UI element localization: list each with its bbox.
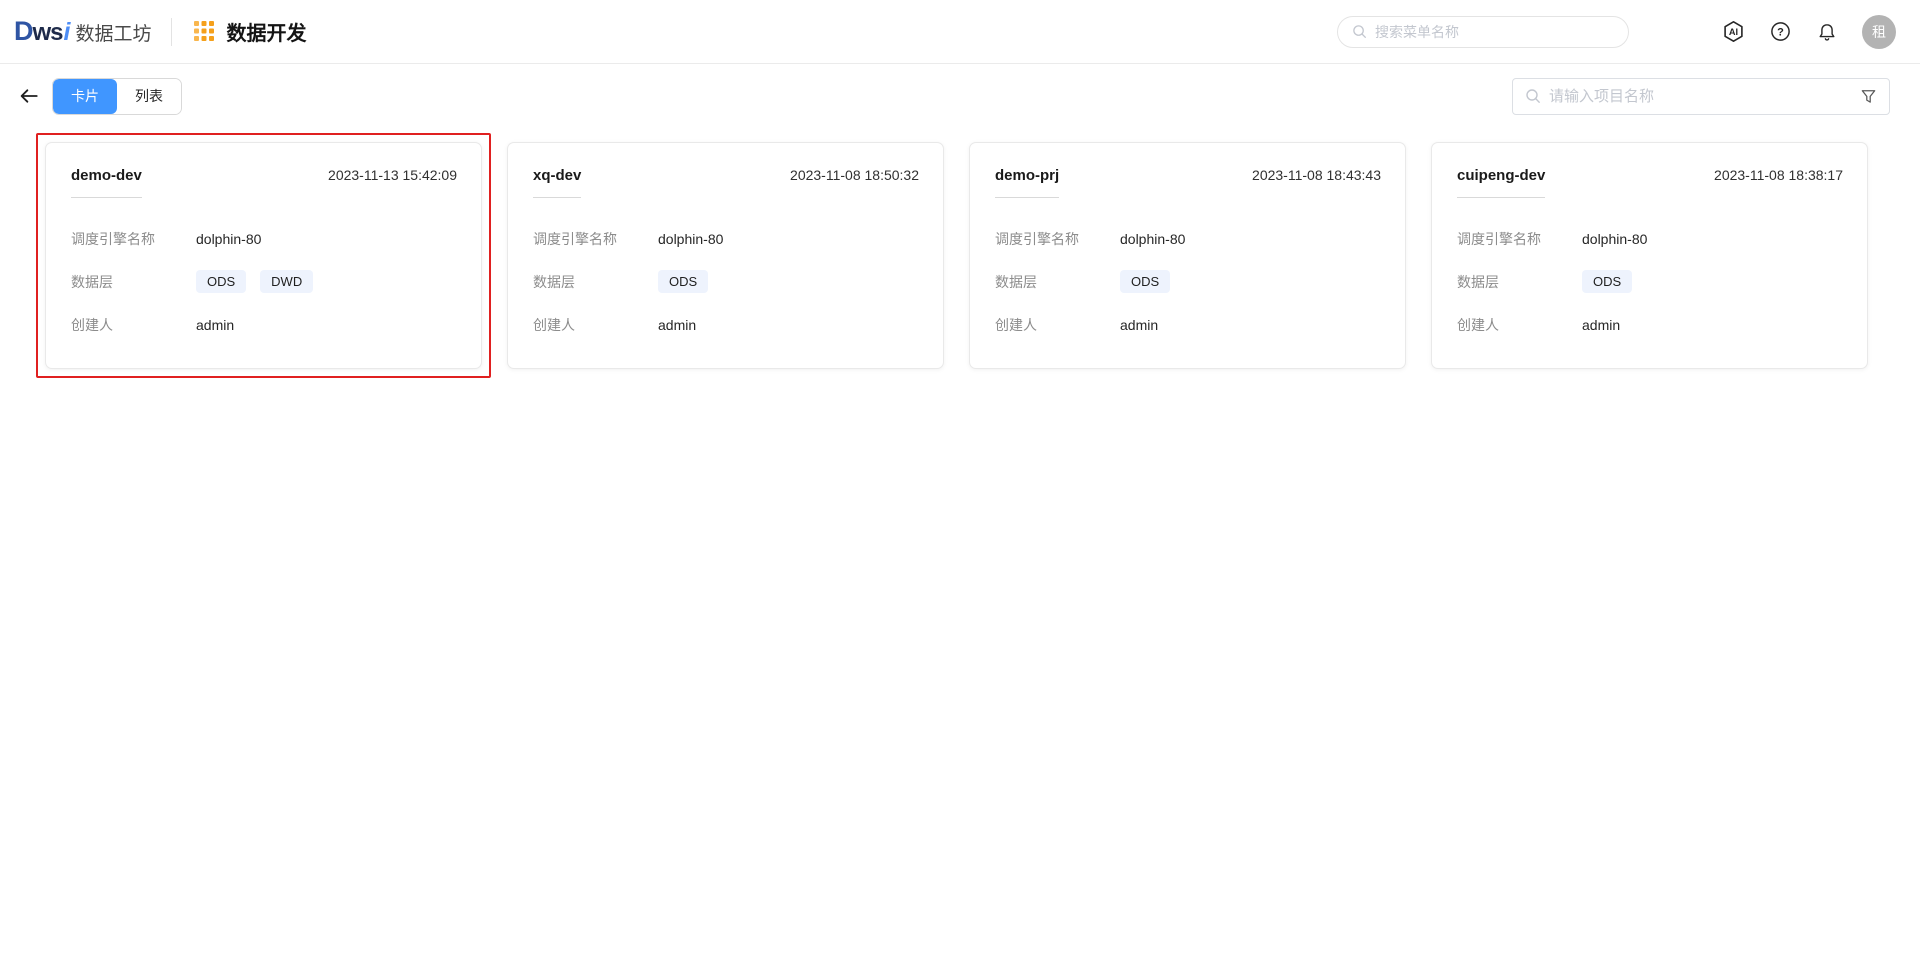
- topbar-divider: [171, 18, 172, 46]
- creator-label: 创建人: [533, 315, 658, 335]
- layer-label: 数据层: [71, 272, 196, 292]
- engine-label: 调度引擎名称: [1457, 229, 1582, 249]
- project-card[interactable]: xq-dev 2023-11-08 18:50:32 调度引擎名称 dolphi…: [507, 142, 944, 369]
- brand-logo-letters: ws: [33, 19, 63, 47]
- project-title: demo-prj: [995, 167, 1059, 198]
- engine-row: 调度引擎名称 dolphin-80: [533, 217, 919, 260]
- svg-text:?: ?: [1777, 26, 1784, 38]
- creator-value: admin: [1120, 317, 1158, 333]
- layer-tag: DWD: [260, 270, 313, 293]
- project-updated-time: 2023-11-08 18:43:43: [1252, 167, 1381, 183]
- layer-tags: ODS DWD: [196, 270, 313, 293]
- engine-label: 调度引擎名称: [995, 229, 1120, 249]
- engine-row: 调度引擎名称 dolphin-80: [71, 217, 457, 260]
- layer-label: 数据层: [995, 272, 1120, 292]
- layer-row: 数据层 ODS: [533, 260, 919, 303]
- page-title: 数据开发: [226, 17, 306, 46]
- user-avatar[interactable]: 租: [1862, 15, 1896, 49]
- engine-value: dolphin-80: [196, 231, 261, 247]
- search-icon: [1352, 24, 1367, 39]
- filter-funnel-icon[interactable]: [1860, 88, 1877, 105]
- brand-logo[interactable]: D ws i 数据工坊: [14, 16, 151, 47]
- toolbar: 卡片 列表: [0, 77, 1920, 115]
- creator-row: 创建人 admin: [533, 303, 919, 346]
- topbar: D ws i 数据工坊 数据开发 AI: [0, 0, 1920, 64]
- project-card[interactable]: demo-dev 2023-11-13 15:42:09 调度引擎名称 dolp…: [45, 142, 482, 369]
- layer-tag: ODS: [658, 270, 708, 293]
- ai-assistant-icon[interactable]: AI: [1721, 20, 1745, 44]
- creator-row: 创建人 admin: [1457, 303, 1843, 346]
- project-card[interactable]: demo-prj 2023-11-08 18:43:43 调度引擎名称 dolp…: [969, 142, 1406, 369]
- layer-row: 数据层 ODS DWD: [71, 260, 457, 303]
- tab-card-view[interactable]: 卡片: [53, 79, 117, 114]
- layer-label: 数据层: [533, 272, 658, 292]
- layer-tag: ODS: [196, 270, 246, 293]
- engine-label: 调度引擎名称: [533, 229, 658, 249]
- menu-search-box[interactable]: [1337, 16, 1629, 48]
- creator-row: 创建人 admin: [995, 303, 1381, 346]
- brand-product-name: 数据工坊: [75, 19, 151, 46]
- search-icon: [1525, 88, 1541, 104]
- engine-label: 调度引擎名称: [71, 229, 196, 249]
- project-search-box[interactable]: [1512, 78, 1890, 115]
- engine-value: dolphin-80: [1120, 231, 1185, 247]
- layer-tags: ODS: [1582, 270, 1632, 293]
- engine-value: dolphin-80: [658, 231, 723, 247]
- project-search-input[interactable]: [1549, 88, 1852, 105]
- menu-search-input[interactable]: [1375, 24, 1614, 40]
- project-title: demo-dev: [71, 167, 142, 198]
- layer-row: 数据层 ODS: [995, 260, 1381, 303]
- project-title: xq-dev: [533, 167, 581, 198]
- project-title: cuipeng-dev: [1457, 167, 1545, 198]
- creator-value: admin: [1582, 317, 1620, 333]
- engine-value: dolphin-80: [1582, 231, 1647, 247]
- view-switcher: 卡片 列表: [52, 78, 182, 115]
- creator-value: admin: [196, 317, 234, 333]
- creator-label: 创建人: [1457, 315, 1582, 335]
- app-grid-icon: [192, 20, 216, 44]
- engine-row: 调度引擎名称 dolphin-80: [995, 217, 1381, 260]
- project-updated-time: 2023-11-13 15:42:09: [328, 167, 457, 183]
- notification-bell-icon[interactable]: [1815, 20, 1839, 44]
- layer-tag: ODS: [1582, 270, 1632, 293]
- creator-row: 创建人 admin: [71, 303, 457, 346]
- layer-row: 数据层 ODS: [1457, 260, 1843, 303]
- brand-logo-letter: D: [14, 16, 33, 47]
- project-updated-time: 2023-11-08 18:50:32: [790, 167, 919, 183]
- brand-logo-letter-i: i: [64, 18, 71, 47]
- help-icon[interactable]: ?: [1768, 20, 1792, 44]
- project-updated-time: 2023-11-08 18:38:17: [1714, 167, 1843, 183]
- layer-label: 数据层: [1457, 272, 1582, 292]
- svg-text:AI: AI: [1728, 27, 1737, 37]
- creator-value: admin: [658, 317, 696, 333]
- layer-tag: ODS: [1120, 270, 1170, 293]
- creator-label: 创建人: [71, 315, 196, 335]
- creator-label: 创建人: [995, 315, 1120, 335]
- layer-tags: ODS: [1120, 270, 1170, 293]
- engine-row: 调度引擎名称 dolphin-80: [1457, 217, 1843, 260]
- back-button[interactable]: [14, 81, 44, 111]
- tab-list-view[interactable]: 列表: [117, 79, 181, 114]
- project-card[interactable]: cuipeng-dev 2023-11-08 18:38:17 调度引擎名称 d…: [1431, 142, 1868, 369]
- layer-tags: ODS: [658, 270, 708, 293]
- project-card-grid: demo-dev 2023-11-13 15:42:09 调度引擎名称 dolp…: [0, 115, 1920, 369]
